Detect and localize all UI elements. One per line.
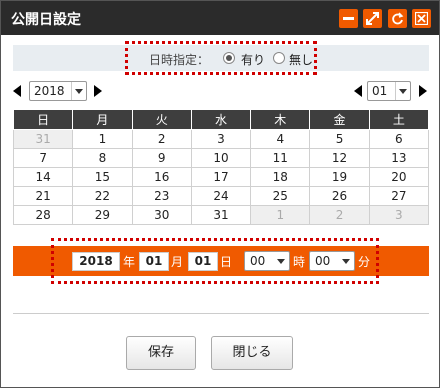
calendar-day-cell[interactable]: 30 [131,205,192,225]
weekday-header: 土 [368,109,430,130]
calendar-day-cell[interactable]: 8 [72,148,133,168]
publish-date-dialog: 公開日設定 日時指定： 有り 無し 2018 01 日 月 火 水 木 金 土 … [0,0,440,388]
calendar-grid: 日 月 火 水 木 金 土 31 1 2 3 4 5 6 7 8 9 10 11 12 13 14 15 16 1… [12,109,430,225]
calendar-day-cell[interactable]: 13 [368,148,430,168]
calendar-day-cell[interactable]: 27 [368,186,430,206]
maximize-button[interactable] [363,9,382,28]
calendar-day-cell[interactable]: 2 [131,129,192,149]
calendar-day-cell[interactable]: 12 [309,148,370,168]
chevron-down-icon [399,89,407,94]
calendar-day-cell[interactable]: 16 [131,167,192,187]
calendar-day-cell[interactable]: 31 [190,205,252,225]
highlight-box-time [51,238,379,284]
prev-year-icon[interactable] [13,85,21,97]
calendar-day-cell[interactable]: 1 [250,205,311,225]
calendar-day-cell[interactable]: 7 [12,148,74,168]
weekday-header: 水 [190,109,252,130]
calendar-week-row: 7 8 9 10 11 12 13 [12,148,430,168]
next-month-icon[interactable] [419,85,427,97]
calendar-day-cell[interactable]: 2 [309,205,370,225]
close-dialog-button[interactable]: 閉じる [211,336,293,370]
calendar-week-row: 14 15 16 17 18 19 20 [12,167,430,187]
calendar-day-cell[interactable]: 31 [12,129,74,149]
close-button[interactable] [412,9,431,28]
close-icon [415,12,428,25]
calendar-day-cell[interactable]: 14 [12,167,74,187]
year-select[interactable]: 2018 [29,81,87,101]
calendar-day-cell[interactable]: 26 [309,186,370,206]
calendar-day-cell[interactable]: 25 [250,186,311,206]
maximize-icon [366,12,379,25]
weekday-header-row: 日 月 火 水 木 金 土 [12,109,430,130]
titlebar: 公開日設定 [1,1,439,35]
refresh-button[interactable] [388,9,407,28]
calendar-day-cell[interactable]: 6 [368,129,430,149]
month-select[interactable]: 01 [367,81,411,101]
calendar-day-cell[interactable]: 23 [131,186,192,206]
footer-divider [13,313,429,314]
calendar-day-cell[interactable]: 15 [72,167,133,187]
calendar-day-cell[interactable]: 18 [250,167,311,187]
calendar-day-cell[interactable]: 19 [309,167,370,187]
save-button[interactable]: 保存 [126,336,196,370]
minimize-button[interactable] [339,9,358,28]
calendar-week-row: 28 29 30 31 1 2 3 [12,205,430,225]
chevron-down-icon [75,89,83,94]
weekday-header: 日 [12,109,74,130]
refresh-icon [392,12,404,25]
calendar-day-cell[interactable]: 3 [190,129,252,149]
calendar-body: 31 1 2 3 4 5 6 7 8 9 10 11 12 13 14 15 16 17 18 19 20 21 22 23 2… [12,129,430,225]
prev-month-icon[interactable] [354,85,362,97]
calendar-day-cell[interactable]: 20 [368,167,430,187]
calendar-day-cell[interactable]: 22 [72,186,133,206]
calendar-day-cell[interactable]: 10 [190,148,252,168]
calendar-day-cell[interactable]: 24 [190,186,252,206]
calendar-day-cell[interactable]: 5 [309,129,370,149]
weekday-header: 月 [72,109,133,130]
calendar-week-row: 21 22 23 24 25 26 27 [12,186,430,206]
calendar-day-cell[interactable]: 4 [250,129,311,149]
highlight-box-datetime [125,41,317,75]
calendar-day-cell[interactable]: 29 [72,205,133,225]
calendar-day-cell[interactable]: 28 [12,205,74,225]
month-select-value: 01 [372,84,388,98]
calendar-week-row: 31 1 2 3 4 5 6 [12,129,430,149]
weekday-header: 火 [131,109,192,130]
minimize-icon [343,17,354,20]
weekday-header: 木 [250,109,311,130]
calendar-day-cell[interactable]: 17 [190,167,252,187]
year-select-value: 2018 [34,84,65,98]
calendar-day-cell[interactable]: 9 [131,148,192,168]
calendar-day-cell[interactable]: 21 [12,186,74,206]
calendar-day-cell[interactable]: 11 [250,148,311,168]
dialog-title: 公開日設定 [11,12,81,28]
weekday-header: 金 [309,109,370,130]
calendar-day-cell[interactable]: 1 [72,129,133,149]
calendar-day-cell[interactable]: 3 [368,205,430,225]
next-year-icon[interactable] [94,85,102,97]
